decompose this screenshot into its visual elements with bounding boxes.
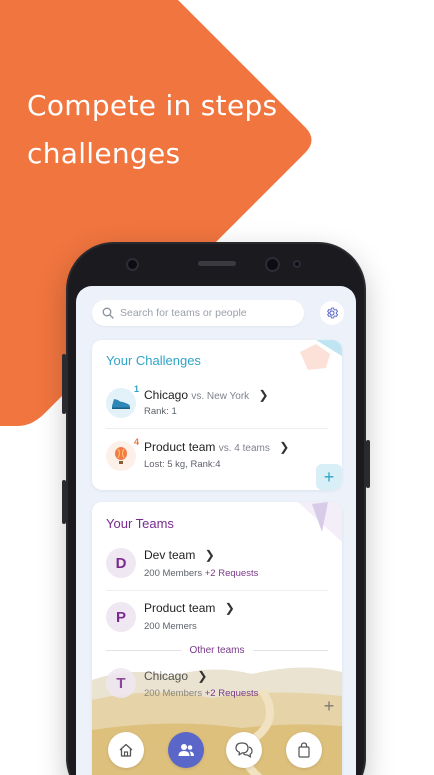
- challenge-avatar: [106, 388, 136, 418]
- challenge-rank-badge: 4: [134, 437, 140, 447]
- search-icon: [102, 307, 114, 319]
- phone-speaker: [198, 261, 236, 266]
- team-item[interactable]: Chicago ❯: [144, 669, 207, 683]
- promo-headline: Compete in steps challenges: [27, 89, 278, 170]
- challenge-subtitle: Lost: 5 kg, Rank:4: [144, 459, 221, 470]
- divider: [106, 590, 328, 591]
- home-icon: [119, 743, 133, 757]
- phone-side-button: [62, 354, 66, 414]
- challenge-versus: vs. 4 teams: [218, 443, 270, 454]
- team-members: 200 Members: [144, 688, 203, 699]
- challenge-item[interactable]: Product team vs. 4 teams ❯: [144, 440, 289, 454]
- search-bar[interactable]: [92, 300, 304, 326]
- challenge-name: Product team: [144, 440, 216, 454]
- team-avatar: D: [106, 548, 136, 578]
- divider: [106, 428, 328, 429]
- front-camera-icon: [126, 258, 139, 271]
- settings-button[interactable]: [320, 301, 344, 325]
- phone-power-button: [366, 440, 370, 488]
- camera-sensor-icon: [265, 257, 280, 272]
- nav-teams-button[interactable]: [168, 732, 204, 768]
- team-subtitle: 200 Memers: [144, 621, 197, 632]
- app-screen: Your Challenges 1 Chicago vs. New York ❯…: [76, 286, 356, 775]
- team-name: Chicago: [144, 669, 189, 683]
- nav-home-button[interactable]: [108, 732, 144, 768]
- add-challenge-button[interactable]: +: [316, 464, 342, 490]
- chevron-right-icon: ❯: [279, 440, 290, 454]
- sneaker-icon: [112, 399, 130, 409]
- proximity-sensor-icon: [293, 260, 301, 268]
- team-item[interactable]: Product team ❯: [144, 601, 235, 615]
- challenge-name: Chicago: [144, 388, 189, 402]
- other-teams-separator: Other teams: [106, 643, 328, 657]
- challenge-avatar: [106, 441, 136, 471]
- team-name: Product team: [144, 601, 216, 615]
- shopping-bag-icon: [298, 742, 310, 758]
- challenge-versus: vs. New York: [191, 391, 250, 402]
- team-requests[interactable]: +2 Requests: [205, 688, 259, 699]
- team-subtitle: 200 Members +2 Requests: [144, 568, 258, 579]
- people-icon: [178, 744, 194, 756]
- challenges-title: Your Challenges: [106, 353, 201, 368]
- challenges-card: Your Challenges 1 Chicago vs. New York ❯…: [92, 340, 342, 490]
- team-avatar: P: [106, 602, 136, 632]
- nav-chat-button[interactable]: [226, 732, 262, 768]
- challenge-item[interactable]: Chicago vs. New York ❯: [144, 388, 269, 402]
- gear-icon: [327, 307, 339, 319]
- team-name: Dev team: [144, 548, 196, 562]
- chevron-right-icon: ❯: [258, 388, 269, 402]
- team-requests[interactable]: +2 Requests: [205, 568, 259, 579]
- team-avatar: T: [106, 668, 136, 698]
- teams-title: Your Teams: [106, 516, 174, 531]
- chevron-right-icon: ❯: [224, 601, 235, 615]
- challenge-rank-badge: 1: [134, 384, 140, 394]
- phone-side-button: [62, 480, 66, 524]
- team-item[interactable]: Dev team ❯: [144, 548, 215, 562]
- team-members: 200 Memers: [144, 621, 197, 632]
- nav-shop-button[interactable]: [286, 732, 322, 768]
- search-input[interactable]: [120, 307, 300, 319]
- team-members: 200 Members: [144, 568, 203, 579]
- phone-frame: Your Challenges 1 Chicago vs. New York ❯…: [62, 244, 370, 775]
- challenge-subtitle: Rank: 1: [144, 406, 177, 417]
- chevron-right-icon: ❯: [204, 548, 215, 562]
- team-subtitle: 200 Members +2 Requests: [144, 688, 258, 699]
- chat-icon: [235, 742, 253, 758]
- add-team-button[interactable]: +: [316, 693, 342, 719]
- decorative-shapes: [298, 502, 342, 542]
- hot-air-balloon-icon: [115, 447, 127, 464]
- decorative-shapes: [300, 340, 342, 370]
- chevron-right-icon: ❯: [197, 669, 208, 683]
- other-teams-label: Other teams: [189, 644, 245, 656]
